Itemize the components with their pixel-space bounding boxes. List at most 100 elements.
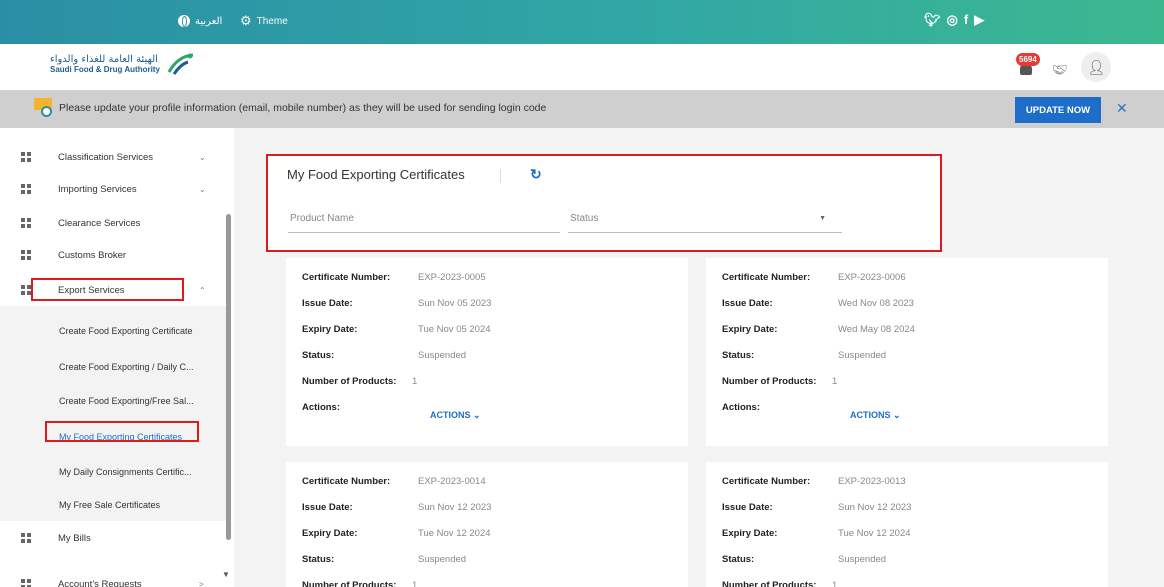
label-number-of-products: Number of Products: <box>722 580 817 587</box>
grid-icon <box>21 184 31 194</box>
number-of-products: 1 <box>832 376 838 387</box>
sidebar: Classification Services ⌄ Importing Serv… <box>0 128 234 587</box>
logo-mark-icon <box>167 53 194 75</box>
number-of-products: 1 <box>832 580 838 587</box>
expiry-date: Wed May 08 2024 <box>838 324 915 335</box>
export-services-submenu: Create Food Exporting Certificate Create… <box>0 306 228 521</box>
grid-icon <box>21 285 31 295</box>
certificate-card: Certificate Number: EXP-2023-0014 Issue D… <box>286 462 688 587</box>
actions-button[interactable]: ACTIONS ⌄ <box>430 410 481 421</box>
filter-panel-highlight <box>266 154 942 252</box>
sidebar-item-label: Classification Services <box>58 151 154 163</box>
certificate-number: EXP-2023-0006 <box>838 272 906 283</box>
handshake-icon[interactable]: 🤝︎ <box>1052 63 1067 77</box>
update-now-button[interactable]: UPDATE NOW <box>1015 97 1101 123</box>
label-issue-date: Issue Date: <box>722 502 773 513</box>
status-value: Suspended <box>838 554 887 565</box>
sidebar-item-label: Importing Services <box>58 183 137 195</box>
social-links: 🐦︎ ◎ f ▶ <box>924 12 984 28</box>
label-number-of-products: Number of Products: <box>302 376 397 387</box>
label-issue-date: Issue Date: <box>302 298 353 309</box>
sidebar-item-my-bills[interactable]: My Bills <box>0 523 234 553</box>
label-status: Status: <box>722 350 755 361</box>
notifications-button[interactable]: 5694 <box>1016 53 1040 79</box>
instagram-icon[interactable]: ◎ <box>947 12 958 28</box>
label-number-of-products: Number of Products: <box>722 376 817 387</box>
issue-date: Sun Nov 05 2023 <box>418 298 492 309</box>
sidebar-item-classification-services[interactable]: Classification Services ⌄ <box>0 142 234 172</box>
certificate-number: EXP-2023-0013 <box>838 476 906 487</box>
person-icon: 👤︎ <box>1087 58 1106 75</box>
label-status: Status: <box>302 554 335 565</box>
actions-button[interactable]: ACTIONS ⌄ <box>850 410 901 421</box>
chevron-down-icon: ⌄ <box>199 184 206 194</box>
gear-icon: ⚙ <box>240 13 252 28</box>
language-switch[interactable]: العربية <box>178 15 222 27</box>
certificate-card: Certificate Number: EXP-2023-0006 Issue D… <box>706 258 1108 446</box>
status-value: Suspended <box>418 554 467 565</box>
grid-icon <box>21 250 31 260</box>
expiry-date: Tue Nov 12 2024 <box>418 528 491 539</box>
theme-label: Theme <box>256 15 288 27</box>
sidebar-item-label: My Bills <box>58 532 91 544</box>
submenu-my-daily-consignments[interactable]: My Daily Consignments Certific... <box>59 467 192 477</box>
number-of-products: 1 <box>412 376 418 387</box>
certificate-card: Certificate Number: EXP-2023-0013 Issue D… <box>706 462 1108 587</box>
chevron-right-icon: > <box>199 579 204 587</box>
export-services-highlight <box>31 278 184 301</box>
issue-date: Sun Nov 12 2023 <box>418 502 492 513</box>
label-actions: Actions: <box>302 402 340 413</box>
envelope-icon <box>34 98 52 118</box>
label-actions: Actions: <box>722 402 760 413</box>
header-actions: 5694 🤝︎ 👤︎ <box>1016 50 1112 82</box>
label-issue-date: Issue Date: <box>722 298 773 309</box>
label-certificate-number: Certificate Number: <box>302 476 391 487</box>
user-avatar[interactable]: 👤︎ <box>1081 52 1112 82</box>
status-value: Suspended <box>418 350 467 361</box>
grid-icon <box>21 579 31 587</box>
logo-english-text: Saudi Food & Drug Authority <box>50 65 160 74</box>
label-status: Status: <box>722 554 755 565</box>
twitter-icon[interactable]: 🐦︎ <box>924 12 941 28</box>
grid-icon <box>21 533 31 543</box>
globe-icon <box>178 15 190 27</box>
facebook-icon[interactable]: f <box>964 12 968 28</box>
sidebar-item-clearance-services[interactable]: Clearance Services <box>0 208 234 238</box>
my-certificates-highlight <box>45 421 199 442</box>
language-label: العربية <box>195 15 223 27</box>
logo-arabic-text: الهيئة العامة للغذاء والدواء <box>50 54 158 65</box>
grid-icon <box>21 152 31 162</box>
submenu-create-food-exporting-daily[interactable]: Create Food Exporting / Daily C... <box>59 362 194 372</box>
sidebar-item-customs-broker[interactable]: Customs Broker <box>0 240 234 270</box>
label-certificate-number: Certificate Number: <box>722 476 811 487</box>
sfda-logo[interactable]: الهيئة العامة للغذاء والدواء Saudi Food … <box>50 52 196 76</box>
chevron-up-icon: ⌃ <box>199 285 206 295</box>
sidebar-item-importing-services[interactable]: Importing Services ⌄ <box>0 174 234 204</box>
status-value: Suspended <box>838 350 887 361</box>
submenu-my-free-sale-certificates[interactable]: My Free Sale Certificates <box>59 500 160 510</box>
profile-update-notice: Please update your profile information (… <box>0 90 1164 128</box>
certificate-card: Certificate Number: EXP-2023-0005 Issue D… <box>286 258 688 446</box>
scroll-down-icon[interactable]: ▼ <box>222 570 230 579</box>
theme-switch[interactable]: ⚙ Theme <box>240 13 288 28</box>
submenu-create-food-exporting-free-sale[interactable]: Create Food Exporting/Free Sal... <box>59 396 194 406</box>
top-bar: العربية ⚙ Theme 🐦︎ ◎ f ▶ <box>0 0 1164 44</box>
submenu-create-food-exporting-certificate[interactable]: Create Food Exporting Certificate <box>59 326 193 336</box>
sidebar-item-label: Account's Requests <box>58 578 142 587</box>
sidebar-item-label: Clearance Services <box>58 217 141 229</box>
label-expiry-date: Expiry Date: <box>302 528 358 539</box>
close-icon[interactable]: ✕ <box>1116 100 1128 117</box>
sidebar-item-accounts-requests[interactable]: Account's Requests > <box>0 569 234 587</box>
expiry-date: Tue Nov 05 2024 <box>418 324 491 335</box>
sidebar-scrollbar[interactable] <box>226 214 231 540</box>
notification-badge: 5694 <box>1016 53 1040 66</box>
label-certificate-number: Certificate Number: <box>302 272 391 283</box>
expiry-date: Tue Nov 12 2024 <box>838 528 911 539</box>
issue-date: Sun Nov 12 2023 <box>838 502 912 513</box>
grid-icon <box>21 218 31 228</box>
notice-message: Please update your profile information (… <box>59 102 547 114</box>
youtube-icon[interactable]: ▶ <box>974 12 984 28</box>
label-expiry-date: Expiry Date: <box>722 528 778 539</box>
label-expiry-date: Expiry Date: <box>302 324 358 335</box>
number-of-products: 1 <box>412 580 418 587</box>
